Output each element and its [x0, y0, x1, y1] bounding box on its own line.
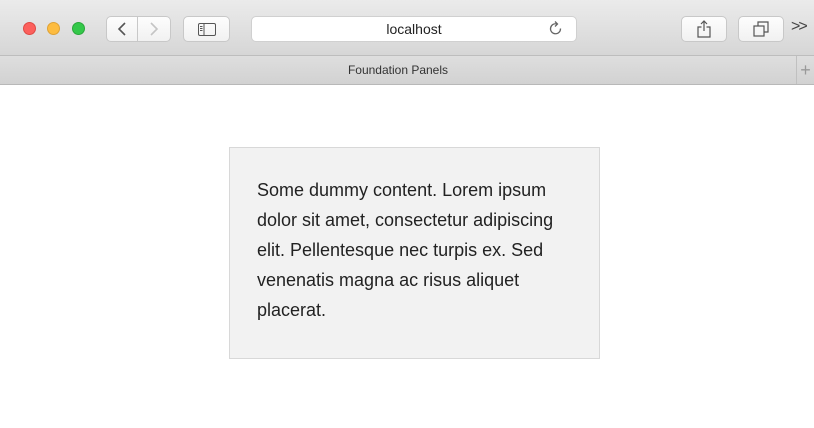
page-viewport: Some dummy content. Lorem ipsum dolor si… — [0, 85, 814, 428]
tabs-icon — [753, 21, 769, 37]
close-window-button[interactable] — [23, 22, 36, 35]
callout-panel: Some dummy content. Lorem ipsum dolor si… — [229, 147, 600, 359]
url-text: localhost — [386, 21, 442, 37]
new-tab-button[interactable]: + — [796, 56, 814, 84]
tab-bar: Foundation Panels + — [0, 56, 814, 85]
sidebar-toggle-button[interactable] — [183, 16, 230, 42]
browser-toolbar: localhost >> — [0, 0, 814, 56]
forward-button[interactable] — [138, 16, 171, 42]
panel-text: Some dummy content. Lorem ipsum dolor si… — [257, 180, 554, 320]
share-icon — [697, 20, 711, 38]
reload-icon[interactable] — [548, 20, 564, 38]
zoom-window-button[interactable] — [72, 22, 85, 35]
tab-title-label: Foundation Panels — [347, 63, 449, 77]
chevron-left-icon — [117, 22, 126, 36]
show-all-tabs-button[interactable] — [738, 16, 784, 42]
back-button[interactable] — [106, 16, 138, 42]
minimize-window-button[interactable] — [47, 22, 60, 35]
address-bar[interactable]: localhost — [251, 16, 577, 42]
tab-active[interactable]: Foundation Panels — [0, 56, 796, 84]
chevron-right-icon — [150, 22, 159, 36]
share-button[interactable] — [681, 16, 727, 42]
sidebar-icon — [197, 22, 216, 36]
toolbar-overflow-button[interactable]: >> — [791, 18, 808, 36]
